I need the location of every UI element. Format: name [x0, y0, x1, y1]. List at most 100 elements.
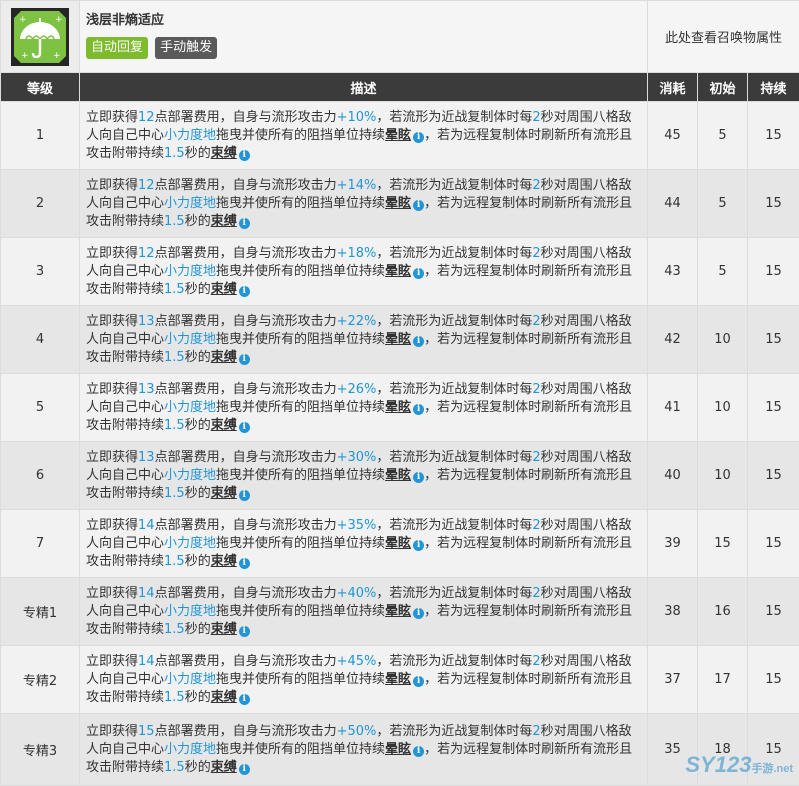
svg-text:+: +	[21, 51, 29, 61]
stun-info-icon[interactable]: i	[413, 608, 424, 619]
bind-info-icon[interactable]: i	[239, 354, 250, 365]
table-row: 4立即获得13点部署费用，自身与流形攻击力+22%，若流形为近战复制体时每2秒对…	[1, 306, 799, 374]
stun-term-link[interactable]: 晕眩	[385, 742, 411, 757]
stun-info-icon[interactable]: i	[413, 200, 424, 211]
stun-term-link[interactable]: 晕眩	[385, 264, 411, 279]
stun-info-icon[interactable]: i	[413, 472, 424, 483]
desc-text: 拖曳并使所有的阻挡单位持续	[216, 128, 385, 143]
level-cell: 专精2	[1, 646, 80, 714]
stun-info-icon[interactable]: i	[413, 336, 424, 347]
stun-info-icon[interactable]: i	[413, 268, 424, 279]
desc-text: 拖曳并使所有的阻挡单位持续	[216, 468, 385, 483]
bind-info-icon[interactable]: i	[239, 150, 250, 161]
stun-term-link[interactable]: 晕眩	[385, 400, 411, 415]
column-header-initial: 初始	[698, 73, 748, 102]
cost-cell: 37	[648, 646, 698, 714]
cost-cell: 44	[648, 170, 698, 238]
dp-value: 13	[138, 450, 155, 465]
desc-text: 拖曳并使所有的阻挡单位持续	[216, 604, 385, 619]
table-row: 专精1立即获得14点部署费用，自身与流形攻击力+40%，若流形为近战复制体时每2…	[1, 578, 799, 646]
bind-term-link[interactable]: 束缚	[211, 486, 237, 501]
skill-icon-cell: + + + +	[1, 1, 80, 73]
pull-force-keyword: 小力度地	[164, 536, 216, 551]
interval-value: 2	[532, 314, 540, 329]
table-row: 6立即获得13点部署费用，自身与流形攻击力+30%，若流形为近战复制体时每2秒对…	[1, 442, 799, 510]
desc-text: 点部署费用，自身与流形攻击力	[155, 314, 337, 329]
stun-term-link[interactable]: 晕眩	[385, 536, 411, 551]
bind-term-link[interactable]: 束缚	[211, 622, 237, 637]
desc-text: ，若流形为近战复制体时每	[376, 314, 532, 329]
desc-text: 秒的	[185, 486, 211, 501]
bind-info-icon[interactable]: i	[239, 218, 250, 229]
desc-text: 拖曳并使所有的阻挡单位持续	[216, 742, 385, 757]
bind-info-icon[interactable]: i	[239, 490, 250, 501]
stun-term-link[interactable]: 晕眩	[385, 604, 411, 619]
desc-text: ，若流形为近战复制体时每	[376, 586, 532, 601]
atk-value: +22%	[337, 314, 377, 329]
bind-term-link[interactable]: 束缚	[211, 146, 237, 161]
desc-text: 拖曳并使所有的阻挡单位持续	[216, 536, 385, 551]
desc-text: 秒的	[185, 146, 211, 161]
bind-duration-value: 1.5	[164, 214, 185, 229]
stun-info-icon[interactable]: i	[413, 540, 424, 551]
initial-cell: 10	[698, 306, 748, 374]
pull-force-keyword: 小力度地	[164, 332, 216, 347]
bind-info-icon[interactable]: i	[239, 422, 250, 433]
duration-cell: 15	[748, 238, 799, 306]
desc-text: 拖曳并使所有的阻挡单位持续	[216, 332, 385, 347]
atk-value: +40%	[337, 586, 377, 601]
stun-term-link[interactable]: 晕眩	[385, 128, 411, 143]
description-cell: 立即获得15点部署费用，自身与流形攻击力+50%，若流形为近战复制体时每2秒对周…	[80, 714, 648, 786]
bind-term-link[interactable]: 束缚	[211, 760, 237, 775]
desc-text: 立即获得	[86, 450, 138, 465]
svg-text:+: +	[55, 15, 63, 25]
desc-text: 点部署费用，自身与流形攻击力	[155, 178, 337, 193]
bind-info-icon[interactable]: i	[239, 694, 250, 705]
bind-info-icon[interactable]: i	[239, 558, 250, 569]
skill-header-row: + + + + 浅层非熵适应 自动回复 手动触发 此处查看召唤物属性	[1, 1, 799, 73]
description-cell: 立即获得14点部署费用，自身与流形攻击力+35%，若流形为近战复制体时每2秒对周…	[80, 510, 648, 578]
stun-term-link[interactable]: 晕眩	[385, 332, 411, 347]
bind-duration-value: 1.5	[164, 760, 185, 775]
bind-info-icon[interactable]: i	[239, 764, 250, 775]
watermark-sub: 手游	[751, 763, 773, 775]
dp-value: 14	[138, 654, 155, 669]
bind-term-link[interactable]: 束缚	[211, 350, 237, 365]
stun-term-link[interactable]: 晕眩	[385, 468, 411, 483]
interval-value: 2	[532, 246, 540, 261]
bind-term-link[interactable]: 束缚	[211, 214, 237, 229]
stun-info-icon[interactable]: i	[413, 404, 424, 415]
bind-term-link[interactable]: 束缚	[211, 282, 237, 297]
level-cell: 4	[1, 306, 80, 374]
atk-value: +45%	[337, 654, 377, 669]
summon-attributes-link[interactable]: 此处查看召唤物属性	[648, 1, 799, 73]
initial-cell: 15	[698, 510, 748, 578]
description-cell: 立即获得13点部署费用，自身与流形攻击力+26%，若流形为近战复制体时每2秒对周…	[80, 374, 648, 442]
initial-cell: 5	[698, 102, 748, 170]
table-row: 1立即获得12点部署费用，自身与流形攻击力+10%，若流形为近战复制体时每2秒对…	[1, 102, 799, 170]
stun-info-icon[interactable]: i	[413, 132, 424, 143]
bind-info-icon[interactable]: i	[239, 286, 250, 297]
stun-info-icon[interactable]: i	[413, 746, 424, 757]
dp-value: 14	[138, 518, 155, 533]
desc-text: ，若流形为近战复制体时每	[376, 450, 532, 465]
stun-term-link[interactable]: 晕眩	[385, 672, 411, 687]
stun-info-icon[interactable]: i	[413, 676, 424, 687]
site-watermark: SY123手游.net	[685, 752, 793, 778]
bind-term-link[interactable]: 束缚	[211, 690, 237, 705]
dp-value: 13	[138, 382, 155, 397]
stun-term-link[interactable]: 晕眩	[385, 196, 411, 211]
column-header-cost: 消耗	[648, 73, 698, 102]
level-cell: 7	[1, 510, 80, 578]
desc-text: 拖曳并使所有的阻挡单位持续	[216, 672, 385, 687]
column-header-duration: 持续	[748, 73, 799, 102]
desc-text: 秒的	[185, 622, 211, 637]
bind-term-link[interactable]: 束缚	[211, 554, 237, 569]
bind-info-icon[interactable]: i	[239, 626, 250, 637]
pull-force-keyword: 小力度地	[164, 672, 216, 687]
initial-cell: 10	[698, 374, 748, 442]
desc-text: ，若流形为近战复制体时每	[376, 654, 532, 669]
desc-text: 秒的	[185, 760, 211, 775]
duration-cell: 15	[748, 510, 799, 578]
bind-term-link[interactable]: 束缚	[211, 418, 237, 433]
